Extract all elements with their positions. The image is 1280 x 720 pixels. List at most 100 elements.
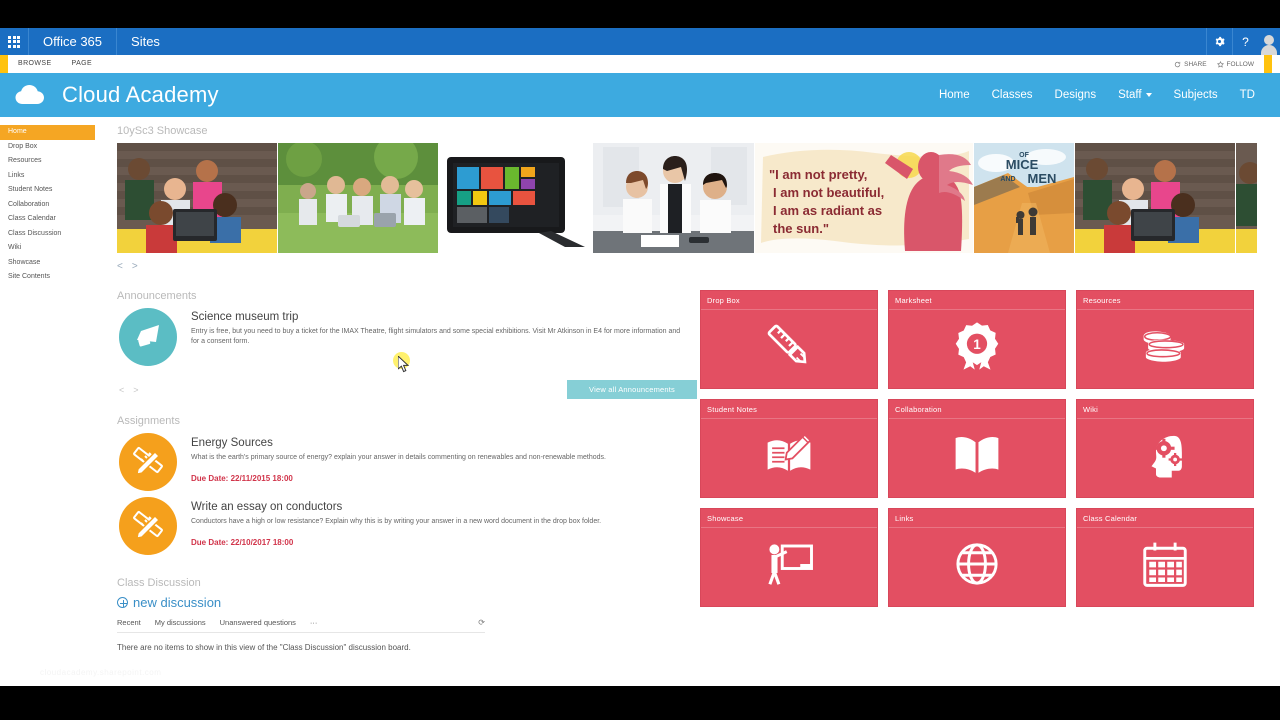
students-with-tablet-photo[interactable]: [117, 143, 277, 253]
app-screen: Office 365 Sites ? BROWSE PAGE SHARE FOL…: [0, 0, 1280, 720]
students-at-desk-photo[interactable]: [593, 143, 754, 253]
tile-resources[interactable]: Resources: [1076, 290, 1254, 389]
teacher-whiteboard-icon: [762, 537, 816, 591]
ribbon-tab-browse[interactable]: BROWSE: [8, 55, 62, 73]
tile-wiki[interactable]: Wiki: [1076, 399, 1254, 498]
tile-marksheet[interactable]: Marksheet 1: [888, 290, 1066, 389]
surface-tablet-photo[interactable]: [439, 143, 592, 253]
footer-text: cloudacademy.sharepoint.com: [40, 668, 162, 677]
ribbon-bar: BROWSE PAGE SHARE FOLLOW: [0, 55, 1280, 73]
svg-text:I am as radiant as: I am as radiant as: [773, 203, 882, 218]
assignment-title[interactable]: Energy Sources: [191, 437, 686, 449]
letterbox-bottom: [0, 686, 1280, 720]
new-discussion-button[interactable]: new discussion: [117, 595, 697, 610]
tile-showcase[interactable]: Showcase: [700, 508, 878, 607]
radiant-quote-poster[interactable]: "I am not pretty, I am not beautiful, I …: [755, 143, 973, 253]
gear-icon[interactable]: [1206, 28, 1232, 55]
sidebar-item-student-notes[interactable]: Student Notes: [0, 183, 97, 198]
tile-collaboration[interactable]: Collaboration: [888, 399, 1066, 498]
carousel-next-button[interactable]: >: [132, 261, 138, 272]
tile-divider: [889, 309, 1065, 310]
page-title: Cloud Academy: [62, 82, 219, 107]
view-all-announcements-button[interactable]: View all Announcements: [567, 380, 697, 399]
user-avatar[interactable]: [1258, 28, 1280, 55]
sidebar-item-class-calendar[interactable]: Class Calendar: [0, 212, 97, 227]
tile-drop-box[interactable]: Drop Box: [700, 290, 878, 389]
assignment-title[interactable]: Write an essay on conductors: [191, 501, 686, 513]
students-partial-photo[interactable]: [1236, 143, 1257, 253]
tile-links[interactable]: Links: [888, 508, 1066, 607]
students-on-grass-photo[interactable]: [278, 143, 438, 253]
tile-label: Showcase: [707, 514, 744, 523]
nav-label: Classes: [991, 89, 1033, 101]
tile-class-calendar[interactable]: Class Calendar: [1076, 508, 1254, 607]
left-column: Announcements Science museum trip Entry …: [117, 290, 697, 652]
carousel-prev-button[interactable]: <: [117, 261, 123, 272]
tab-my-discussions[interactable]: My discussions: [155, 618, 206, 627]
of-mice-and-men-book-cover[interactable]: OF MICE AND MEN: [974, 143, 1074, 253]
share-label: SHARE: [1184, 60, 1207, 68]
sites-link[interactable]: Sites: [116, 28, 174, 55]
assignment-due-date: Due Date: 22/10/2017 18:00: [191, 538, 294, 547]
office365-brand-link[interactable]: Office 365: [28, 28, 116, 55]
assignment-description: Conductors have a high or low resistance…: [191, 518, 602, 525]
ribbon-actions: SHARE FOLLOW: [1174, 55, 1280, 73]
plus-circle-icon: [117, 597, 128, 608]
tile-divider: [701, 527, 877, 528]
nav-item-classes[interactable]: Classes: [981, 73, 1044, 117]
ribbon-accent-left: [0, 55, 8, 73]
refresh-icon[interactable]: ⟳: [478, 618, 485, 627]
tile-divider: [1077, 418, 1253, 419]
award-ribbon-icon: 1: [950, 319, 1004, 373]
nav-item-home[interactable]: Home: [928, 73, 981, 117]
sidebar-item-drop-box[interactable]: Drop Box: [0, 140, 97, 155]
head-gears-icon: [1138, 428, 1192, 482]
sidebar-item-class-discussion[interactable]: Class Discussion: [0, 227, 97, 242]
tile-divider: [701, 418, 877, 419]
discussion-section-title: Class Discussion: [117, 577, 201, 589]
announcement-title[interactable]: Science museum trip: [191, 311, 686, 323]
notebook-pencil-icon: [762, 428, 816, 482]
announcements-next-button[interactable]: >: [133, 385, 138, 395]
sidebar-item-home[interactable]: Home: [0, 125, 95, 140]
sidebar-item-resources[interactable]: Resources: [0, 154, 97, 169]
sidebar-item-wiki[interactable]: Wiki: [0, 241, 97, 256]
nav-label: Home: [938, 89, 970, 101]
showcase-carousel[interactable]: "I am not pretty, I am not beautiful, I …: [117, 143, 1257, 253]
tile-divider: [889, 527, 1065, 528]
nav-item-td[interactable]: TD: [1229, 73, 1266, 117]
letterbox-top: [0, 0, 1280, 28]
announcement-item: Science museum trip Entry is free, but y…: [117, 308, 697, 366]
help-icon[interactable]: ?: [1232, 28, 1258, 55]
megaphone-icon: [119, 308, 177, 366]
right-column: Drop Box Marksheet 1 Resources Student N…: [700, 290, 1260, 652]
follow-button[interactable]: FOLLOW: [1216, 60, 1254, 68]
sidebar-item-collaboration[interactable]: Collaboration: [0, 198, 97, 213]
sidebar-item-showcase[interactable]: Showcase: [0, 256, 97, 271]
tab-recent[interactable]: Recent: [117, 618, 141, 627]
office365-suite-bar: Office 365 Sites ?: [0, 28, 1280, 55]
share-button[interactable]: SHARE: [1174, 60, 1207, 68]
tab-unanswered-questions[interactable]: Unanswered questions: [220, 618, 296, 627]
announcements-prev-button[interactable]: <: [119, 385, 124, 395]
tile-student-notes[interactable]: Student Notes: [700, 399, 878, 498]
app-launcher-icon[interactable]: [0, 28, 28, 55]
nav-item-staff[interactable]: Staff: [1107, 73, 1162, 117]
ribbon-tab-page[interactable]: PAGE: [62, 55, 103, 73]
tile-divider: [1077, 309, 1253, 310]
tile-label: Class Calendar: [1083, 514, 1138, 523]
nav-item-designs[interactable]: Designs: [1044, 73, 1108, 117]
sidebar-item-links[interactable]: Links: [0, 169, 97, 184]
nav-item-subjects[interactable]: Subjects: [1163, 73, 1229, 117]
promoted-links-tiles: Drop Box Marksheet 1 Resources Student N…: [700, 290, 1260, 607]
students-with-tablet-photo-2[interactable]: [1075, 143, 1235, 253]
assignment-due-date: Due Date: 22/11/2015 18:00: [191, 474, 293, 483]
discussion-empty-message: There are no items to show in this view …: [117, 643, 411, 652]
sidebar-item-site-contents[interactable]: Site Contents: [0, 270, 97, 285]
quick-launch-nav: Home Drop Box Resources Links Student No…: [0, 125, 97, 285]
tab-more-options[interactable]: ···: [310, 618, 318, 627]
tile-label: Resources: [1083, 296, 1121, 305]
assignments-section-title: Assignments: [117, 415, 180, 427]
tile-divider: [889, 418, 1065, 419]
assignment-body: Write an essay on conductors Conductors …: [191, 497, 686, 555]
